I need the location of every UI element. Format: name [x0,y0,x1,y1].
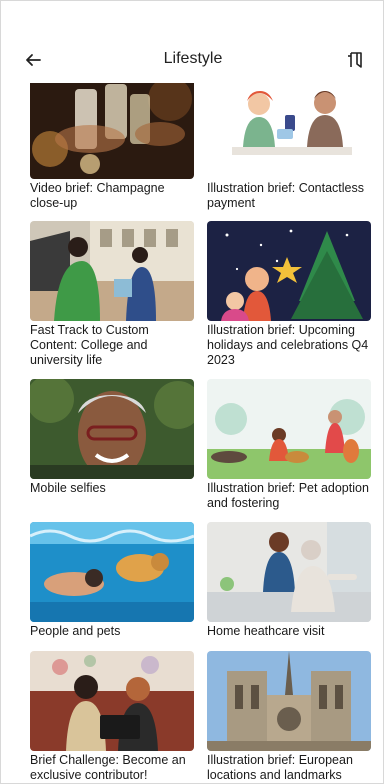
card-title: Illustration brief: Pet adoption and fos… [207,481,369,510]
brief-card[interactable]: Illustration brief: European locations a… [207,651,371,783]
brief-card[interactable]: Home heathcare visit [207,522,371,639]
card-title: People and pets [30,624,121,638]
brief-card[interactable]: Video brief: Champagne close-up [30,79,194,211]
app-screen: Lifestyle Video brief: Champagne close-u… [0,0,384,784]
card-title: Home heathcare visit [207,624,325,638]
brief-card[interactable]: Illustration brief: Pet adoption and fos… [207,379,371,511]
card-title: Fast Track to Custom Content: College an… [30,323,149,367]
card-thumbnail [30,522,194,622]
card-title: Mobile selfies [30,481,106,495]
card-thumbnail [207,379,371,479]
brief-card[interactable]: Fast Track to Custom Content: College an… [30,221,194,368]
card-title: Brief Challenge: Become an exclusive con… [30,753,186,782]
card-title: Video brief: Champagne close-up [30,181,165,210]
brief-card[interactable]: People and pets [30,522,194,639]
top-app-bar: Lifestyle [1,37,383,83]
card-title: Illustration brief: Upcoming holidays an… [207,323,369,367]
card-title: Illustration brief: Contactless payment [207,181,365,210]
card-thumbnail [207,79,371,179]
card-thumbnail [30,221,194,321]
bookmarks-button[interactable] [343,48,367,72]
card-thumbnail [30,379,194,479]
brief-card[interactable]: Mobile selfies [30,379,194,496]
card-thumbnail [30,79,194,179]
card-title: Illustration brief: European locations a… [207,753,353,782]
card-thumbnail [30,651,194,751]
brief-card[interactable]: Illustration brief: Contactless payment [207,79,371,211]
card-thumbnail [207,651,371,751]
brief-card[interactable]: Illustration brief: Upcoming holidays an… [207,221,371,368]
brief-card[interactable]: Brief Challenge: Become an exclusive con… [30,651,194,783]
card-thumbnail [207,522,371,622]
bookmark-icon [348,52,362,68]
brief-grid: Video brief: Champagne close-up Illustra… [1,79,383,783]
page-title: Lifestyle [163,50,223,67]
card-thumbnail [207,221,371,321]
